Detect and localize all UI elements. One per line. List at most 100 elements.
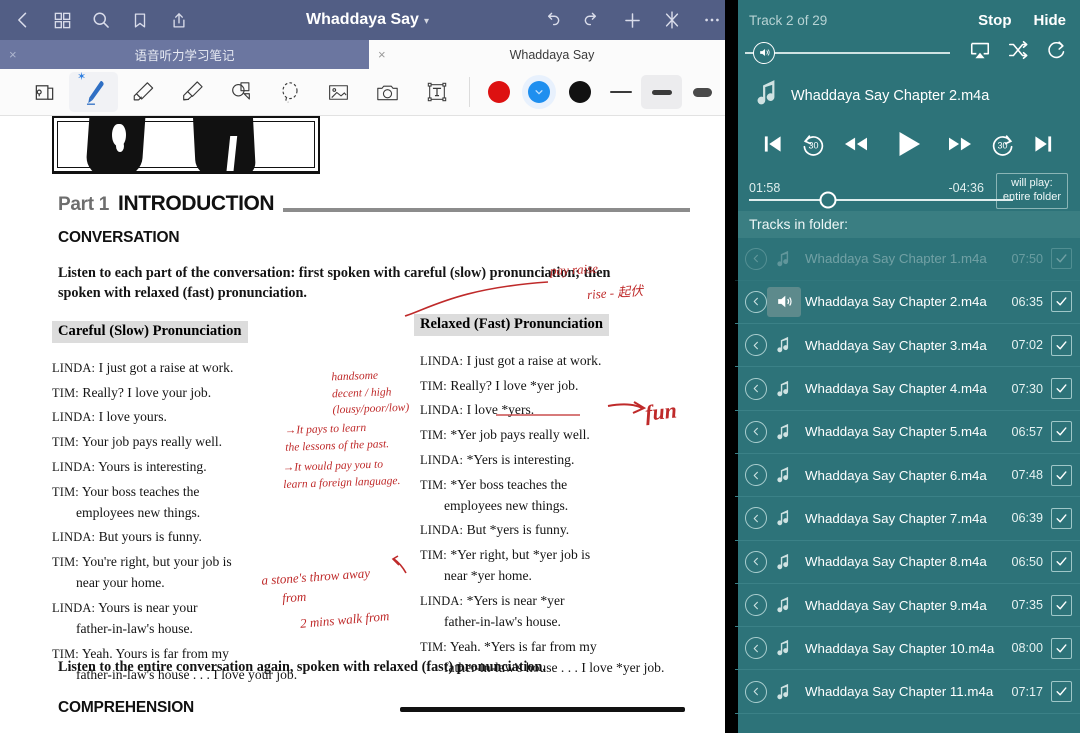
speaker-label: TIM: xyxy=(52,435,79,449)
redo-icon[interactable] xyxy=(581,9,603,31)
page-scroll-area[interactable]: Part 1 INTRODUCTION CONVERSATION Listen … xyxy=(0,116,735,733)
seek-slider[interactable] xyxy=(749,199,1013,201)
page-tool[interactable] xyxy=(20,72,69,112)
close-icon[interactable]: × xyxy=(378,48,386,61)
check-icon[interactable] xyxy=(1051,421,1072,442)
more-icon[interactable] xyxy=(701,9,723,31)
check-icon[interactable] xyxy=(1051,638,1072,659)
chevron-left-circle-icon[interactable] xyxy=(745,291,767,313)
chevron-left-circle-icon[interactable] xyxy=(745,637,767,659)
will-play-badge[interactable]: will play: entire folder xyxy=(996,173,1068,209)
track-row[interactable]: Whaddaya Say Chapter 8.m4a 06:50 xyxy=(735,541,1080,584)
chevron-left-circle-icon[interactable] xyxy=(745,594,767,616)
music-note-icon xyxy=(767,638,801,658)
color-blue-swatch[interactable] xyxy=(522,75,556,109)
illustration-detail-b xyxy=(116,140,124,152)
track-row[interactable]: Whaddaya Say Chapter 5.m4a 06:57 xyxy=(735,411,1080,454)
eraser-tool[interactable] xyxy=(118,72,167,112)
track-row[interactable]: Whaddaya Say Chapter 6.m4a 07:48 xyxy=(735,454,1080,497)
back-icon[interactable] xyxy=(12,9,34,31)
grid-icon[interactable] xyxy=(51,9,73,31)
seek-knob[interactable] xyxy=(820,191,837,208)
volume-slider[interactable] xyxy=(764,52,950,54)
check-icon[interactable] xyxy=(1051,291,1072,312)
width-thick-button[interactable] xyxy=(682,75,723,109)
dialogue-text: Yeah. *Yers is far from my xyxy=(450,639,597,654)
track-row[interactable]: Whaddaya Say Chapter 7.m4a 06:39 xyxy=(735,497,1080,540)
shuffle-icon[interactable] xyxy=(1006,39,1030,66)
previous-track-button[interactable] xyxy=(760,131,786,157)
shape-tool[interactable] xyxy=(216,72,265,112)
undo-icon[interactable] xyxy=(541,9,563,31)
track-duration: 07:02 xyxy=(1011,338,1043,352)
next-track-button[interactable] xyxy=(1030,131,1056,157)
width-preview xyxy=(652,90,672,95)
width-thin-button[interactable] xyxy=(600,75,641,109)
width-medium-button[interactable] xyxy=(641,75,682,109)
image-tool[interactable] xyxy=(314,72,363,112)
highlighter-tool[interactable] xyxy=(167,72,216,112)
color-red-swatch[interactable] xyxy=(478,72,519,112)
scissors-icon[interactable] xyxy=(661,9,683,31)
track-row[interactable]: Whaddaya Say Chapter 11.m4a 07:17 xyxy=(735,670,1080,713)
check-icon[interactable] xyxy=(1051,508,1072,529)
track-row[interactable]: Whaddaya Say Chapter 3.m4a 07:02 xyxy=(735,324,1080,367)
hide-button[interactable]: Hide xyxy=(1033,12,1066,29)
track-row[interactable]: Whaddaya Say Chapter 2.m4a 06:35 xyxy=(735,281,1080,324)
chevron-left-circle-icon[interactable] xyxy=(745,551,767,573)
dialogue-text: Yours is interesting. xyxy=(98,459,207,474)
chevron-left-circle-icon[interactable] xyxy=(745,681,767,703)
skip-back-30-button[interactable]: 30 xyxy=(800,131,827,158)
stop-button[interactable]: Stop xyxy=(978,12,1011,29)
speaker-label: LINDA: xyxy=(420,403,463,417)
airplay-icon[interactable] xyxy=(968,39,992,66)
svg-text:30: 30 xyxy=(997,140,1007,150)
tab-label: Whaddaya Say xyxy=(510,48,595,62)
track-list[interactable]: Whaddaya Say Chapter 1.m4a 07:50 Whadday… xyxy=(735,238,1080,714)
page-title-text[interactable]: Whaddaya Say xyxy=(306,11,419,28)
color-black-swatch[interactable] xyxy=(559,72,600,112)
check-icon[interactable] xyxy=(1051,335,1072,356)
lasso-tool[interactable] xyxy=(265,72,314,112)
play-button[interactable] xyxy=(891,127,925,161)
chevron-left-circle-icon[interactable] xyxy=(745,507,767,529)
heading-rule xyxy=(283,208,690,212)
chevron-left-circle-icon[interactable] xyxy=(745,378,767,400)
chevron-left-circle-icon[interactable] xyxy=(745,464,767,486)
check-icon[interactable] xyxy=(1051,551,1072,572)
rewind-button[interactable] xyxy=(841,133,871,155)
volume-knob[interactable] xyxy=(753,42,775,64)
search-icon[interactable] xyxy=(90,9,112,31)
text-tool[interactable] xyxy=(412,72,461,112)
dialogue-text: Your job pays really well. xyxy=(82,434,222,449)
repeat-icon[interactable] xyxy=(1044,39,1068,66)
tab-notes-chinese[interactable]: × 语音听力学习笔记 xyxy=(0,40,369,69)
music-note-icon xyxy=(767,682,801,702)
skip-forward-30-button[interactable]: 30 xyxy=(989,131,1016,158)
check-icon[interactable] xyxy=(1051,595,1072,616)
remaining-time: -04:36 xyxy=(948,181,983,195)
plus-icon[interactable] xyxy=(621,9,643,31)
chevron-left-circle-icon[interactable] xyxy=(745,334,767,356)
track-row[interactable]: Whaddaya Say Chapter 9.m4a 07:35 xyxy=(735,584,1080,627)
dialogue-text: *Yers is near *yer xyxy=(467,593,565,608)
track-duration: 08:00 xyxy=(1011,641,1043,655)
camera-tool[interactable] xyxy=(363,72,412,112)
close-icon[interactable]: × xyxy=(9,48,17,61)
track-row[interactable]: Whaddaya Say Chapter 1.m4a 07:50 xyxy=(735,238,1080,281)
check-icon[interactable] xyxy=(1051,248,1072,269)
track-row[interactable]: Whaddaya Say Chapter 4.m4a 07:30 xyxy=(735,367,1080,410)
check-icon[interactable] xyxy=(1051,681,1072,702)
check-icon[interactable] xyxy=(1051,465,1072,486)
chevron-down-icon[interactable]: ▾ xyxy=(424,16,429,27)
track-row[interactable]: Whaddaya Say Chapter 10.m4a 08:00 xyxy=(735,627,1080,670)
check-icon[interactable] xyxy=(1051,378,1072,399)
folder-header: Tracks in folder: xyxy=(735,211,1080,238)
fast-forward-button[interactable] xyxy=(945,133,975,155)
bookmark-icon[interactable] xyxy=(129,9,151,31)
chevron-left-circle-icon[interactable] xyxy=(745,248,767,270)
tab-whaddaya-say[interactable]: × Whaddaya Say xyxy=(369,40,735,69)
share-icon[interactable] xyxy=(168,9,190,31)
pen-tool[interactable]: ✶ xyxy=(69,72,118,112)
chevron-left-circle-icon[interactable] xyxy=(745,421,767,443)
